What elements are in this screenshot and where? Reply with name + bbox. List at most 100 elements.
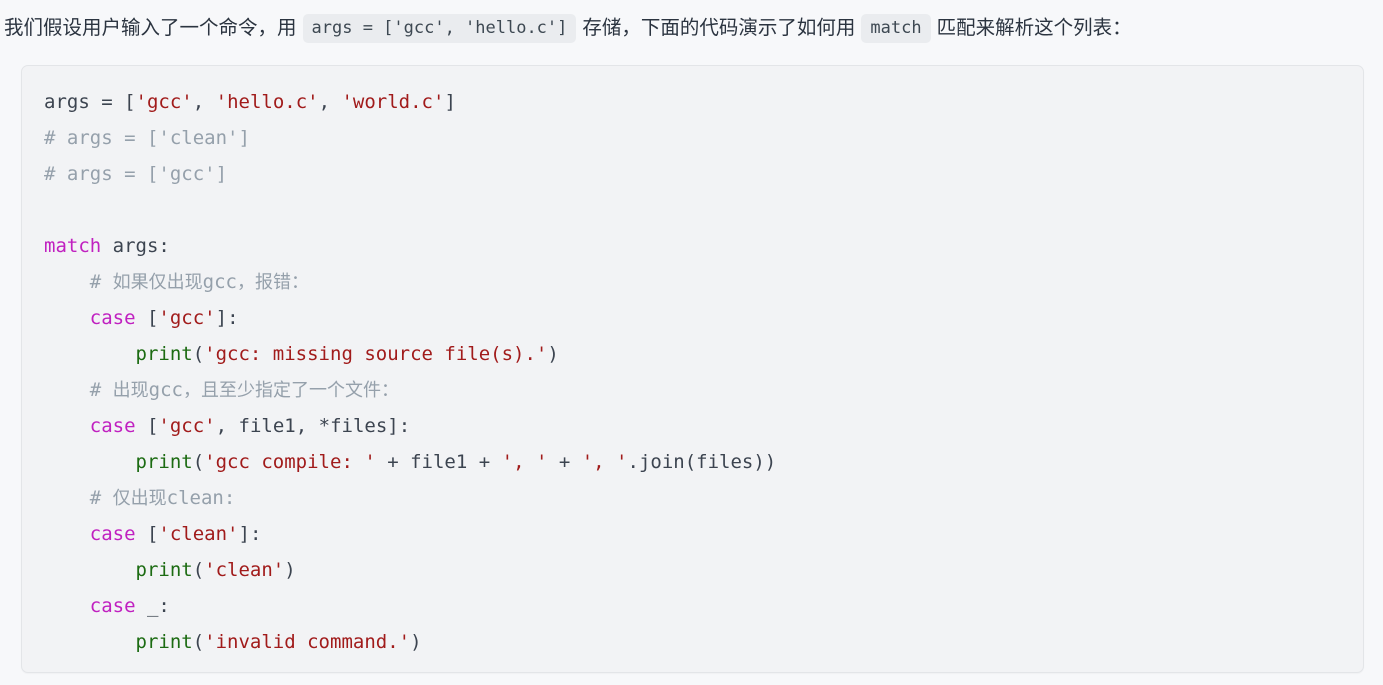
code-line: # 出现gcc，且至少指定了一个文件： [44, 372, 1363, 408]
code-token-pun: ( [684, 451, 697, 473]
code-token-cjk: 出现 [112, 380, 149, 401]
code-line: case _: [44, 588, 1363, 624]
code-block: args = ['gcc', 'hello.c', 'world.c'] # ar… [21, 65, 1364, 673]
code-listing[interactable]: args = ['gcc', 'hello.c', 'world.c'] # ar… [22, 84, 1363, 660]
code-token-pun: [ [124, 91, 136, 113]
code-token-name: _ [135, 595, 159, 617]
code-token-kw: match [44, 235, 102, 257]
code-token-com: # 仅出现clean: [89, 487, 236, 509]
intro-text-segment-1: 我们假设用户输入了一个命令，用 [4, 16, 297, 39]
code-token-str: ', ' [501, 451, 548, 473]
code-token-pun: , [192, 91, 216, 113]
code-token-op: + [375, 451, 411, 473]
intro-paragraph: 我们假设用户输入了一个命令，用 args = ['gcc', 'hello.c'… [0, 0, 1383, 57]
code-token-fn: print [135, 559, 193, 581]
code-block-inner: args = ['gcc', 'hello.c', 'world.c'] # ar… [22, 66, 1363, 660]
code-line: case ['gcc']: [44, 300, 1363, 336]
code-token-pun: [ [135, 523, 159, 545]
code-line: match args: [44, 228, 1363, 264]
intro-text-segment-2: 存储，下面的代码演示了如何用 [582, 16, 856, 39]
code-token-pun: )) [753, 451, 777, 473]
code-token-pun: : [158, 235, 170, 257]
code-token-name: join [638, 451, 685, 473]
code-token-pun: . [627, 451, 639, 473]
code-token-op: + [547, 451, 582, 473]
code-token-cjk: 仅出现 [112, 488, 167, 509]
code-line: # args = ['clean'] [44, 120, 1363, 156]
code-line: print('clean') [44, 552, 1363, 588]
code-token-pun: ( [192, 559, 205, 581]
code-line: # 如果仅出现gcc，报错： [44, 264, 1363, 300]
code-token-kw: case [89, 415, 136, 437]
code-token-str: 'invalid command.' [204, 631, 411, 653]
code-token-com: # args = ['clean'] [44, 127, 250, 149]
code-token-name: args [44, 91, 90, 113]
code-token-cjk: 如果仅出现 [112, 272, 203, 293]
code-line: print('gcc compile: ' + file1 + ', ' + '… [44, 444, 1363, 480]
code-token-name: file1 [410, 451, 468, 473]
code-line: case ['gcc', file1, *files]: [44, 408, 1363, 444]
code-token-name: args [101, 235, 159, 257]
code-token-op: = [89, 91, 125, 113]
code-token-str: 'gcc: missing source file(s).' [204, 343, 548, 365]
code-token-name: files [696, 451, 754, 473]
code-token-pun: [ [135, 307, 159, 329]
code-line: case ['clean']: [44, 516, 1363, 552]
code-line: # args = ['gcc'] [44, 156, 1363, 192]
code-token-fn: print [135, 451, 193, 473]
code-token-str: 'clean' [158, 523, 239, 545]
code-token-pun: ]: [387, 415, 411, 437]
code-token-pun: ( [192, 451, 205, 473]
code-line: # 仅出现clean: [44, 480, 1363, 516]
code-token-pun: ( [192, 343, 205, 365]
code-token-name: files [330, 415, 388, 437]
code-token-kw: case [89, 307, 136, 329]
code-token-str: 'hello.c' [215, 91, 319, 113]
code-token-com: # 出现gcc，且至少指定了一个文件： [89, 379, 399, 401]
code-token-str: 'gcc compile: ' [204, 451, 376, 473]
code-token-pun: ]: [215, 307, 239, 329]
code-token-pun: ( [192, 631, 205, 653]
code-token-kw: case [89, 523, 136, 545]
code-token-pun: , [318, 91, 342, 113]
code-token-str: 'world.c' [341, 91, 445, 113]
code-token-fn: print [135, 631, 193, 653]
code-token-pun: , [215, 415, 239, 437]
code-line: print('gcc: missing source file(s).') [44, 336, 1363, 372]
code-line: print('invalid command.') [44, 624, 1363, 660]
inline-code-args: args = ['gcc', 'hello.c'] [302, 14, 577, 43]
inline-code-match: match [861, 14, 931, 43]
code-token-op: + [467, 451, 502, 473]
code-token-pun: ) [547, 343, 559, 365]
code-token-pun: ]: [238, 523, 262, 545]
code-token-pun: ) [410, 631, 422, 653]
code-token-kw: case [89, 595, 136, 617]
code-token-pun: ) [284, 559, 296, 581]
code-token-cjk: ，报错： [236, 272, 309, 293]
code-token-str: 'gcc' [158, 415, 216, 437]
code-token-pun: [ [135, 415, 159, 437]
code-token-cjk: ，且至少指定了一个文件： [182, 380, 399, 401]
code-token-com: # args = ['gcc'] [44, 163, 228, 185]
code-token-str: 'gcc' [158, 307, 216, 329]
code-token-str: 'gcc' [135, 91, 193, 113]
code-token-fn: print [135, 343, 193, 365]
code-token-op: * [318, 415, 331, 437]
code-line: args = ['gcc', 'hello.c', 'world.c'] [44, 84, 1363, 120]
code-token-name: file1 [238, 415, 296, 437]
code-token-str: 'clean' [204, 559, 285, 581]
code-token-pun: ] [444, 91, 456, 113]
code-token-str: ', ' [581, 451, 628, 473]
